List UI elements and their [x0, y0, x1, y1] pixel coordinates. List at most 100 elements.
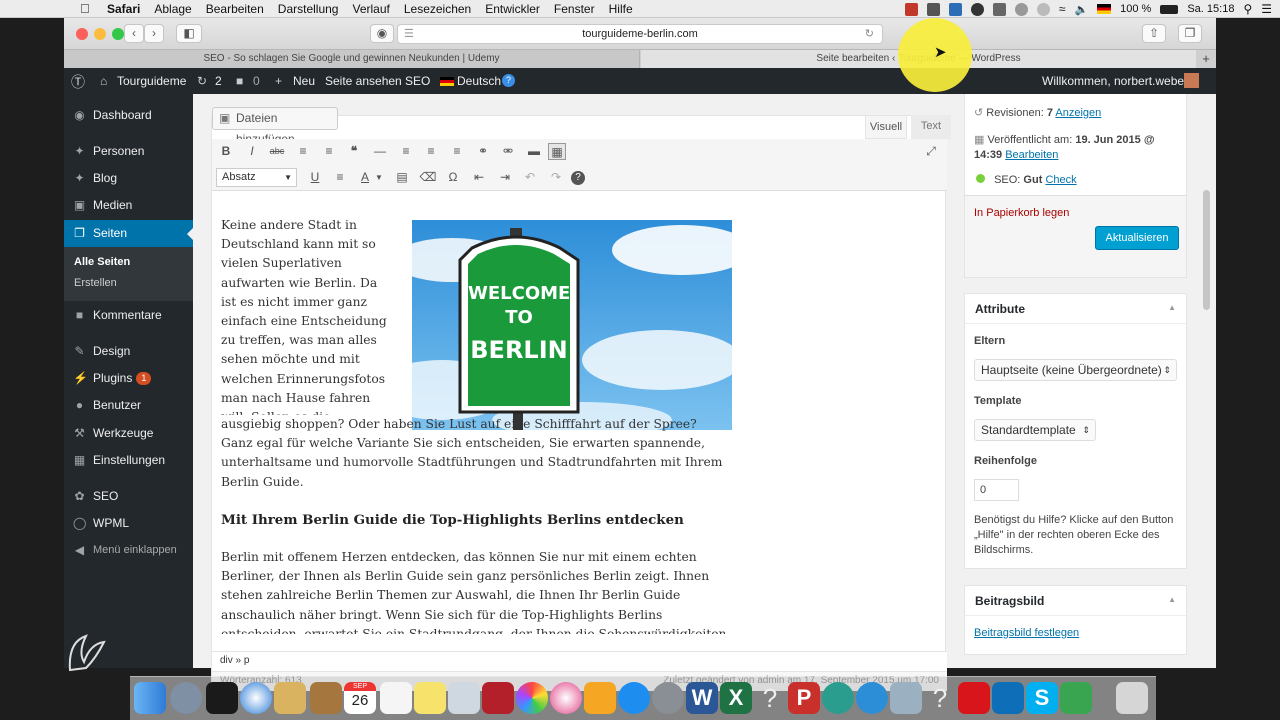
launchpad-icon[interactable]	[170, 682, 202, 714]
chevron-down-icon[interactable]: ▼	[370, 169, 388, 186]
tabs-overview-icon[interactable]: ❐	[1178, 24, 1202, 43]
tab-visual[interactable]: Visuell	[865, 115, 907, 139]
finder-icon[interactable]	[134, 682, 166, 714]
scrollbar-thumb[interactable]	[1203, 190, 1210, 310]
update-button[interactable]: Aktualisieren	[1095, 226, 1179, 250]
help-icon[interactable]: ?	[502, 74, 515, 87]
tray-app-icon[interactable]	[948, 2, 962, 16]
spotlight-icon[interactable]: ⚲	[1243, 2, 1252, 16]
trash-icon[interactable]	[1116, 682, 1148, 714]
battery-icon[interactable]	[1160, 4, 1179, 14]
trash-link[interactable]: In Papierkorb legen	[974, 207, 1069, 219]
redo-icon[interactable]: ↷	[547, 169, 565, 186]
calendar-icon[interactable]: SEP 26	[344, 682, 376, 714]
photo-app-icon[interactable]	[482, 682, 514, 714]
tab-udemy[interactable]: SEO - So schlagen Sie Google und gewinne…	[64, 50, 640, 68]
messenger-icon[interactable]	[822, 682, 854, 714]
camtasia-icon[interactable]	[1060, 682, 1092, 714]
wordpress-logo-icon[interactable]: Ⓣ	[71, 72, 85, 92]
time-machine-icon[interactable]	[1014, 2, 1028, 16]
tray-app-icon[interactable]	[926, 2, 940, 16]
template-select[interactable]: Standardtemplate ⇕	[974, 419, 1096, 441]
volume-icon[interactable]: 🔈	[1074, 3, 1088, 16]
sidebar-item-personen[interactable]: ✦ Personen	[64, 138, 193, 165]
preview-icon[interactable]	[274, 682, 306, 714]
add-media-button[interactable]: ▣ Dateien hinzufügen	[212, 107, 338, 146]
reader-icon[interactable]: ◉	[370, 24, 394, 43]
menu-entwickler[interactable]: Entwickler	[485, 2, 540, 16]
menu-app-name[interactable]: Safari	[107, 2, 140, 16]
format-select[interactable]: Absatz ▼	[216, 168, 297, 187]
share-icon[interactable]: ⇧	[1142, 24, 1166, 43]
sidebar-item-medien[interactable]: ▣ Medien	[64, 192, 193, 219]
sidebar-item-werkzeuge[interactable]: ⚒ Werkzeuge	[64, 420, 193, 447]
set-featured-image-link[interactable]: Beitragsbild festlegen	[974, 627, 1079, 639]
justify-icon[interactable]: ≡	[331, 169, 349, 186]
toolbar-toggle-icon[interactable]: ▦	[548, 143, 566, 160]
photo-booth-icon[interactable]	[448, 682, 480, 714]
bullet-list-icon[interactable]: ≡	[294, 143, 312, 160]
sidebar-item-seo[interactable]: ✿ SEO	[64, 483, 193, 510]
clear-format-icon[interactable]: ⌫	[419, 169, 437, 186]
address-bar[interactable]: ☰ tourguideme-berlin.com ↻	[397, 24, 883, 44]
menu-hilfe[interactable]: Hilfe	[609, 2, 633, 16]
avatar[interactable]	[1184, 73, 1199, 88]
sidebar-item-design[interactable]: ✎ Design	[64, 338, 193, 365]
sidebar-item-benutzer[interactable]: ● Benutzer	[64, 392, 193, 419]
sidebar-collapse[interactable]: ◀ Menü einklappen	[64, 537, 193, 564]
minimize-window-button[interactable]	[94, 28, 106, 40]
reminders-icon[interactable]	[380, 682, 412, 714]
back-button[interactable]: ‹	[124, 24, 144, 43]
comments-count[interactable]: 0	[253, 74, 260, 88]
admin-bar-language[interactable]: Deutsch	[457, 74, 501, 88]
admin-bar-new[interactable]: Neu	[293, 74, 315, 88]
itunes-icon[interactable]	[550, 682, 582, 714]
apple-icon[interactable]: 	[80, 1, 90, 16]
strikethrough-icon[interactable]: abc	[268, 143, 286, 160]
new-tab-button[interactable]: +	[1196, 50, 1216, 68]
paste-text-icon[interactable]: ▤	[393, 169, 411, 186]
safari-icon[interactable]	[240, 682, 272, 714]
updates-count[interactable]: 2	[215, 74, 222, 88]
menu-clock[interactable]: Sa. 15:18	[1187, 3, 1234, 15]
numbered-list-icon[interactable]: ≡	[320, 143, 338, 160]
editor-content[interactable]: Keine andere Stadt in Deutschland kann m…	[221, 216, 731, 634]
word-icon[interactable]: W	[686, 682, 718, 714]
photos-icon[interactable]	[516, 682, 548, 714]
submenu-all-pages[interactable]: Alle Seiten	[64, 252, 193, 273]
tray-app-icon[interactable]	[904, 2, 918, 16]
sidebar-item-dashboard[interactable]: ◉ Dashboard	[64, 102, 193, 129]
sidebar-item-plugins[interactable]: ⚡ Plugins 1	[64, 365, 193, 392]
collapse-arrow-icon[interactable]: ▲	[1168, 303, 1176, 312]
reload-icon[interactable]: ↻	[865, 25, 874, 43]
menu-ablage[interactable]: Ablage	[154, 2, 191, 16]
read-more-icon[interactable]: ▬	[525, 143, 543, 160]
seo-check-link[interactable]: Check	[1045, 174, 1076, 186]
admin-bar-welcome[interactable]: Willkommen, norbert.weber	[1042, 74, 1188, 88]
admin-bar-seo[interactable]: SEO	[405, 74, 430, 88]
flag-de-icon[interactable]	[1097, 4, 1112, 14]
blockquote-icon[interactable]: ❝	[345, 143, 363, 160]
admin-bar-site[interactable]: Tourguideme	[117, 74, 186, 88]
excel-icon[interactable]: X	[720, 682, 752, 714]
teamviewer-icon[interactable]	[992, 682, 1024, 714]
utility-icon[interactable]	[890, 682, 922, 714]
link-icon[interactable]: ⚭	[474, 143, 492, 160]
help-icon[interactable]: ?	[571, 171, 585, 185]
special-char-icon[interactable]: Ω	[444, 169, 462, 186]
powerpoint-icon[interactable]: P	[788, 682, 820, 714]
menu-verlauf[interactable]: Verlauf	[352, 2, 389, 16]
close-window-button[interactable]	[76, 28, 88, 40]
notes-icon[interactable]	[414, 682, 446, 714]
notification-center-icon[interactable]: ☰	[1261, 2, 1272, 16]
horizontal-line-icon[interactable]: —	[371, 143, 389, 160]
align-left-icon[interactable]: ≡	[397, 143, 415, 160]
featured-title[interactable]: Beitragsbild	[965, 586, 1186, 616]
app-icon[interactable]	[206, 682, 238, 714]
menu-bearbeiten[interactable]: Bearbeiten	[206, 2, 264, 16]
parent-select[interactable]: Hauptseite (keine Übergeordnete) ⇕	[974, 359, 1177, 381]
undo-icon[interactable]: ↶	[521, 169, 539, 186]
admin-bar-view-page[interactable]: Seite ansehen	[325, 74, 402, 88]
unknown-app-icon[interactable]: ?	[924, 682, 956, 714]
align-center-icon[interactable]: ≡	[422, 143, 440, 160]
